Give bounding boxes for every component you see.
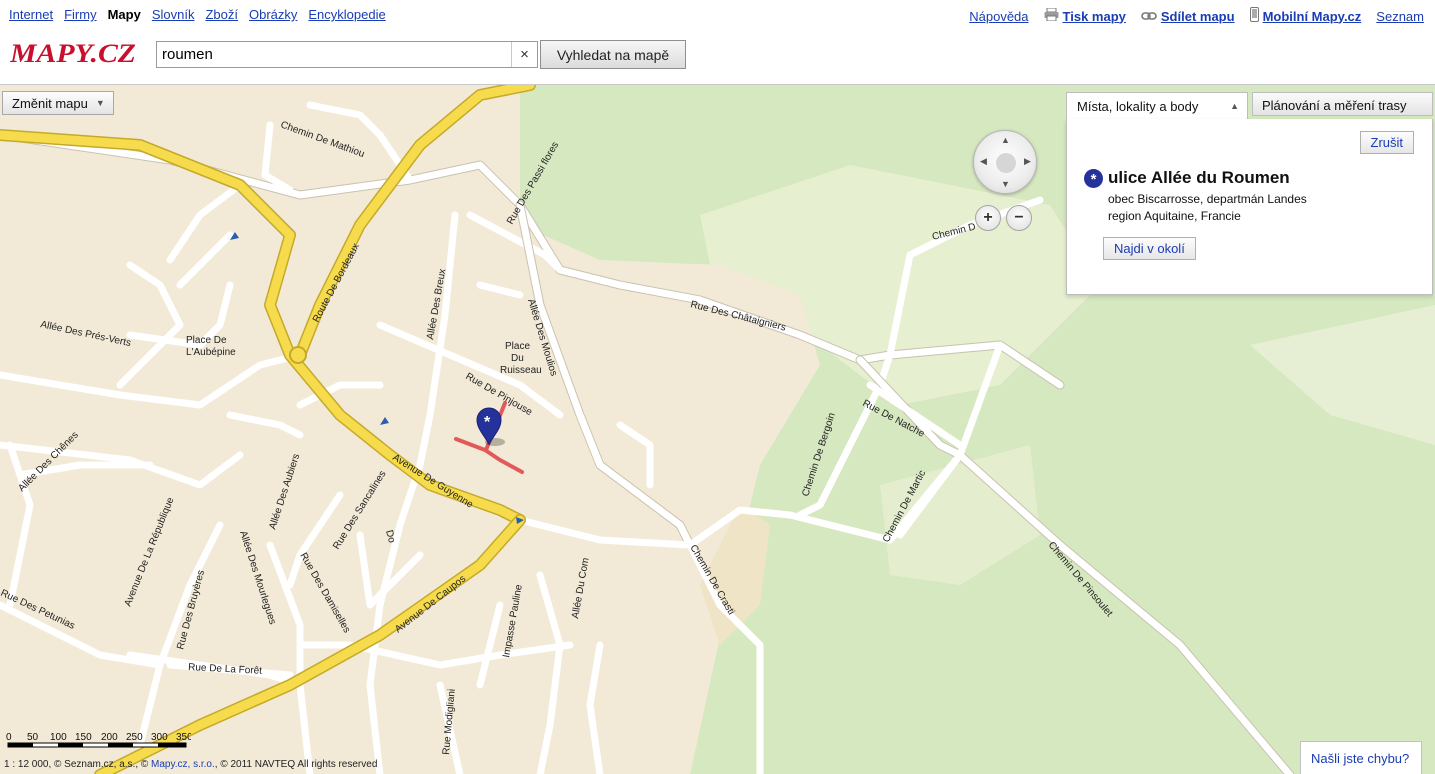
map-canvas[interactable]: Chemin De Mathiou Route De Bordeaux Rue …: [0, 84, 1435, 774]
street-label: L'Aubépine: [186, 347, 236, 358]
scale-label: 300: [151, 732, 168, 743]
report-error-button[interactable]: Našli jste chybu?: [1300, 741, 1422, 774]
scale-label: 50: [27, 732, 39, 743]
street-label: Place De: [186, 335, 227, 346]
copyright-link[interactable]: Mapy.cz, s.r.o.: [151, 759, 215, 770]
scale-label: 200: [101, 732, 118, 743]
scale-label: 100: [50, 732, 67, 743]
copyright-text-end: , © 2011 NAVTEQ All rights reserved: [214, 759, 378, 770]
cancel-button[interactable]: Zrušit: [1359, 131, 1414, 154]
share-map-link[interactable]: Sdílet mapu: [1161, 9, 1235, 24]
mobile-phone-icon: [1249, 7, 1259, 25]
chevron-down-icon: ▼: [95, 98, 105, 108]
scale-label: 150: [75, 732, 92, 743]
pan-center[interactable]: [996, 153, 1016, 173]
print-map-link[interactable]: Tisk mapy: [1063, 9, 1126, 24]
pan-down-icon[interactable]: ▼: [1001, 179, 1010, 189]
result-region: region Aquitaine, Francie: [1108, 209, 1241, 223]
service-links: Internet Firmy Mapy Slovník Zboží Obrázk…: [9, 7, 397, 22]
logo-text: MAPY.CZ: [10, 39, 136, 68]
help-link[interactable]: Nápověda: [969, 9, 1028, 24]
scale-label: 250: [126, 732, 143, 743]
seznam-link[interactable]: Seznam: [1376, 9, 1424, 24]
copyright-notice: 1 : 12 000, © Seznam.cz, a.s., © Mapy.cz…: [4, 759, 377, 770]
street-label: Du: [511, 353, 524, 364]
nav-internet[interactable]: Internet: [9, 7, 53, 22]
pan-control[interactable]: ▲ ▼ ◀ ▶: [973, 130, 1037, 194]
search-results-panel: Místa, lokality a body ▲ Plánování a měř…: [1066, 87, 1433, 295]
pan-right-icon[interactable]: ▶: [1024, 156, 1031, 167]
top-navigation: Internet Firmy Mapy Slovník Zboží Obrázk…: [0, 0, 1435, 30]
result-title[interactable]: ulice Allée du Roumen: [1108, 168, 1290, 188]
tab-places-label: Místa, lokality a body: [1077, 99, 1199, 114]
link-icon: [1141, 9, 1157, 24]
street-label: Place: [505, 341, 530, 352]
zoom-out-button[interactable]: −: [1006, 205, 1032, 231]
search-box: ×: [156, 41, 538, 68]
nav-slovnik[interactable]: Slovník: [152, 7, 195, 22]
svg-text:*: *: [484, 414, 491, 431]
zoom-in-button[interactable]: +: [975, 205, 1001, 231]
pan-up-icon[interactable]: ▲: [1001, 135, 1010, 145]
change-map-label: Změnit mapu: [12, 95, 88, 111]
scale-bar: 0 50 100 150 200 250 300 350m: [6, 732, 191, 748]
mobile-maps-link[interactable]: Mobilní Mapy.cz: [1263, 9, 1362, 24]
street-label: Ruisseau: [500, 365, 542, 376]
tab-route-planning[interactable]: Plánování a měření trasy: [1252, 92, 1433, 116]
nav-firmy[interactable]: Firmy: [64, 7, 97, 22]
tab-places[interactable]: Místa, lokality a body ▲: [1066, 92, 1248, 120]
mapy-logo[interactable]: MAPY.CZ: [9, 36, 140, 70]
nav-obrazky[interactable]: Obrázky: [249, 7, 297, 22]
pan-left-icon[interactable]: ◀: [980, 156, 987, 167]
printer-icon: [1044, 7, 1059, 24]
copyright-text: 1 : 12 000, © Seznam.cz, a.s., ©: [4, 759, 152, 770]
tab-route-label: Plánování a měření trasy: [1262, 98, 1407, 113]
nav-encyklopedie[interactable]: Encyklopedie: [308, 7, 385, 22]
result-location: obec Biscarrosse, departmán Landes: [1108, 192, 1307, 206]
nav-zbozi[interactable]: Zboží: [205, 7, 238, 22]
search-map-button[interactable]: Vyhledat na mapě: [540, 40, 686, 69]
panel-body: Zrušit * ulice Allée du Roumen obec Bisc…: [1066, 119, 1433, 295]
find-nearby-button[interactable]: Najdi v okolí: [1103, 237, 1196, 260]
scale-label: 350m: [176, 732, 191, 743]
clear-search-button[interactable]: ×: [511, 42, 537, 67]
result-marker-icon: *: [1084, 169, 1103, 188]
utility-links: Nápověda Tisk mapy Sdílet mapu Mobilní M…: [954, 7, 1424, 25]
change-map-button[interactable]: Změnit mapu ▼: [2, 91, 114, 115]
nav-mapy[interactable]: Mapy: [108, 7, 141, 22]
chevron-up-icon[interactable]: ▲: [1230, 101, 1239, 111]
scale-label: 0: [6, 732, 12, 743]
search-input[interactable]: [157, 42, 502, 67]
